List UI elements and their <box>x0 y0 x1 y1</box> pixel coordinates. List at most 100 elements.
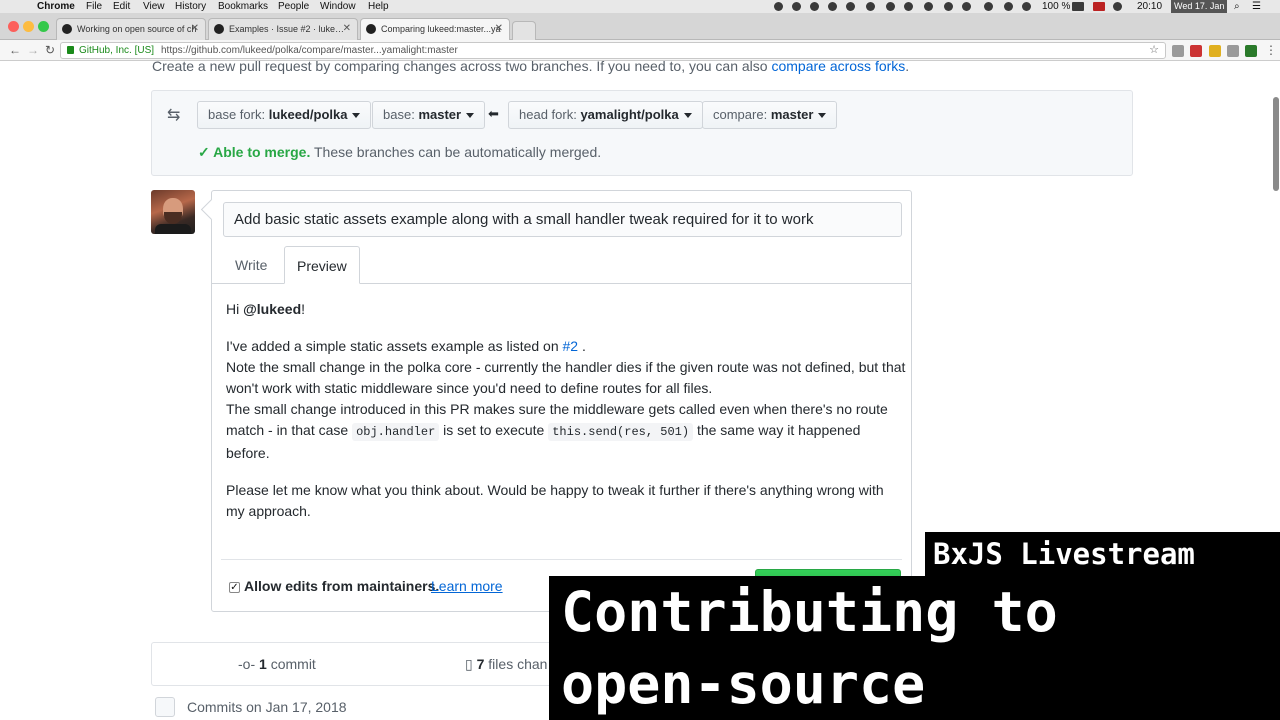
zoom-window-button[interactable] <box>38 21 49 32</box>
spotlight-icon[interactable]: ⌕ <box>1234 0 1240 13</box>
menu-bookmarks[interactable]: Bookmarks <box>218 0 268 13</box>
clock-date[interactable]: Wed 17. Jan <box>1171 0 1228 13</box>
notification-center-icon[interactable]: ☰ <box>1252 0 1261 13</box>
compare-across-forks-link[interactable]: compare across forks <box>771 61 905 74</box>
tray-app-icon[interactable] <box>774 2 783 11</box>
merge-status-text: These branches can be automatically merg… <box>313 144 602 160</box>
tab-preview[interactable]: Preview <box>284 246 360 284</box>
extension-icon[interactable] <box>1190 45 1202 57</box>
dropdown-caret-icon <box>683 113 692 119</box>
allow-edits-label: Allow edits from maintainers. <box>244 578 440 594</box>
tab-label: Working on open source of ch <box>77 24 197 34</box>
pr-title-input[interactable]: Add basic static assets example along wi… <box>223 202 902 237</box>
volume-icon[interactable] <box>1022 2 1031 11</box>
commit-icon: -o- <box>238 656 256 672</box>
arrow-left-icon: ⬅ <box>488 106 499 121</box>
base-branch-selector[interactable]: base: master <box>372 101 486 129</box>
menu-file[interactable]: File <box>86 0 102 13</box>
files-changed-stat[interactable]: ▯ 7 files chan <box>465 656 547 673</box>
dropdown-caret-icon <box>466 113 475 119</box>
base-fork-selector[interactable]: base fork: lukeed/polka <box>197 101 372 129</box>
tab-label: Examples · Issue #2 · lukeed/p <box>229 24 349 34</box>
address-bar[interactable]: GitHub, Inc. [US] https://github.com/luk… <box>60 42 1166 59</box>
bluetooth-icon[interactable] <box>944 2 953 11</box>
merge-ok-label: ✓ Able to merge. <box>198 144 311 160</box>
screen-icon[interactable] <box>1113 2 1122 11</box>
bookmark-star-icon[interactable]: ☆ <box>1149 43 1159 58</box>
github-favicon-icon <box>366 24 376 34</box>
forward-arrow-icon[interactable]: → <box>27 42 39 58</box>
user-mention[interactable]: @lukeed <box>243 301 301 317</box>
git-compare-icon: ⇆ <box>167 107 181 124</box>
tray-app-icon[interactable] <box>846 2 855 11</box>
reload-icon[interactable]: ↻ <box>45 42 55 58</box>
tray-app-icon[interactable] <box>924 2 933 11</box>
allow-edits-checkbox[interactable]: ✓ <box>229 582 240 593</box>
pr-body-preview: Hi @lukeed! I've added a simple static a… <box>226 299 906 538</box>
avatar[interactable] <box>151 190 195 234</box>
close-tab-icon[interactable]: ✕ <box>191 19 199 39</box>
inline-code: obj.handler <box>352 423 440 441</box>
close-tab-icon[interactable]: ✕ <box>343 19 351 39</box>
close-tab-icon[interactable]: ✕ <box>495 19 503 39</box>
battery-percentage[interactable]: 100 % <box>1042 0 1070 13</box>
macos-menubar: Chrome File Edit View History Bookmarks … <box>0 0 1280 13</box>
browser-tab[interactable]: Examples · Issue #2 · lukeed/p ✕ <box>208 18 358 40</box>
compare-subtitle: Create a new pull request by comparing c… <box>152 61 909 74</box>
livestream-banner-small: BxJS Livestream <box>925 532 1280 576</box>
tray-app-icon[interactable] <box>792 2 801 11</box>
tray-app-icon[interactable] <box>904 2 913 11</box>
back-arrow-icon[interactable]: ← <box>9 42 21 58</box>
extension-icon[interactable] <box>1227 45 1239 57</box>
github-favicon-icon <box>62 24 72 34</box>
wifi-icon[interactable] <box>1004 2 1013 11</box>
issue-link[interactable]: #2 <box>563 338 579 354</box>
minimize-window-button[interactable] <box>23 21 34 32</box>
preview-paragraph: I've added a simple static assets exampl… <box>226 338 906 461</box>
flag-icon[interactable] <box>1093 2 1105 11</box>
compare-branch-selector[interactable]: compare: master <box>702 101 838 129</box>
time-machine-icon[interactable] <box>962 2 971 11</box>
battery-icon[interactable] <box>1072 2 1084 11</box>
menu-help[interactable]: Help <box>368 0 389 13</box>
tray-app-icon[interactable] <box>810 2 819 11</box>
file-diff-icon: ▯ <box>465 656 473 672</box>
form-divider <box>221 559 902 560</box>
extension-icon[interactable] <box>1209 45 1221 57</box>
dropdown-caret-icon <box>818 113 827 119</box>
cloud-icon[interactable] <box>866 2 875 11</box>
bluetooth-icon[interactable] <box>984 2 993 11</box>
browser-tab[interactable]: Working on open source of ch ✕ <box>56 18 206 40</box>
clock-time[interactable]: 20:10 <box>1137 0 1162 13</box>
browser-tab-active[interactable]: Comparing lukeed:master...ya ✕ <box>360 18 510 41</box>
chrome-menu-icon[interactable]: ⋮ <box>1265 42 1277 58</box>
extension-icon[interactable] <box>1172 45 1184 57</box>
livestream-banner-title: Contributing to open-source <box>549 576 1280 720</box>
tab-write[interactable]: Write <box>223 246 279 284</box>
commits-date-heading: Commits on Jan 17, 2018 <box>187 699 347 715</box>
new-tab-button[interactable] <box>512 21 536 40</box>
browser-toolbar: ← → ↻ GitHub, Inc. [US] https://github.c… <box>0 40 1280 61</box>
menu-people[interactable]: People <box>278 0 309 13</box>
tray-app-icon[interactable] <box>828 2 837 11</box>
dropdown-caret-icon <box>352 113 361 119</box>
merge-status: ✓ Able to merge. These branches can be a… <box>198 144 601 161</box>
close-window-button[interactable] <box>8 21 19 32</box>
menu-window[interactable]: Window <box>320 0 356 13</box>
head-fork-selector[interactable]: head fork: yamalight/polka <box>508 101 703 129</box>
extension-icon[interactable] <box>1245 45 1257 57</box>
inline-code: this.send(res, 501) <box>548 423 694 441</box>
menu-view[interactable]: View <box>143 0 165 13</box>
menu-history[interactable]: History <box>175 0 206 13</box>
menu-app-name[interactable]: Chrome <box>37 0 75 13</box>
lock-icon <box>67 46 74 54</box>
tray-app-icon[interactable] <box>886 2 895 11</box>
url-text: https://github.com/lukeed/polka/compare/… <box>161 45 458 56</box>
menu-edit[interactable]: Edit <box>113 0 130 13</box>
github-favicon-icon <box>214 24 224 34</box>
pull-request-form: Add basic static assets example along wi… <box>211 190 912 612</box>
scrollbar-thumb[interactable] <box>1273 97 1279 191</box>
learn-more-link[interactable]: Learn more <box>431 578 503 594</box>
tab-strip: Working on open source of ch ✕ Examples … <box>0 13 1280 41</box>
commits-stat[interactable]: -o- 1 commit <box>238 656 316 672</box>
